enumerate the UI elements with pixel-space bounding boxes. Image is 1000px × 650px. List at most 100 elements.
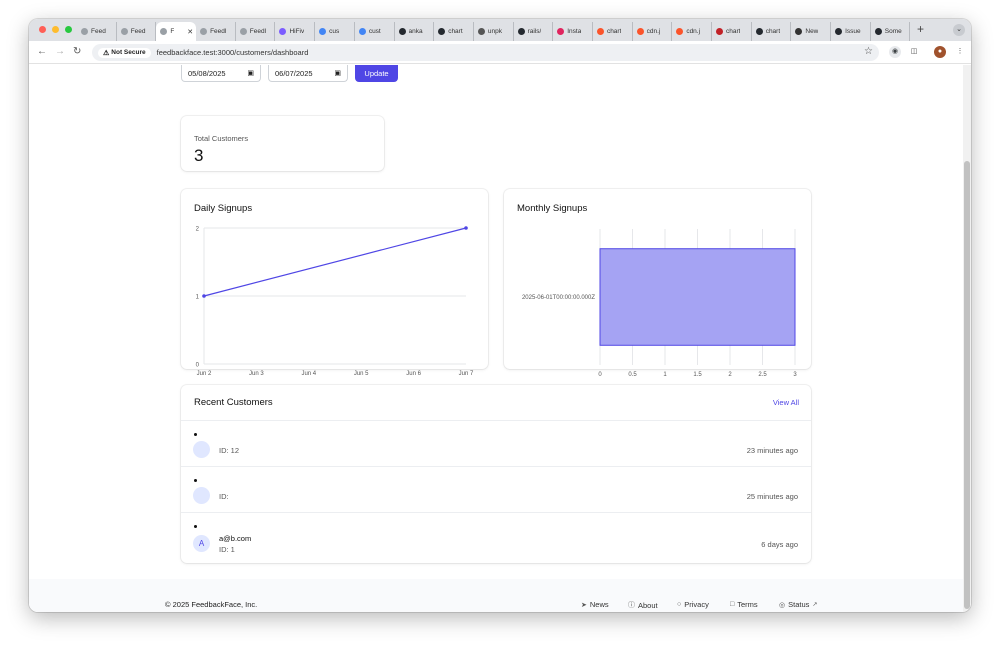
lock-icon: ○ [677, 601, 682, 608]
avatar: A [193, 535, 210, 552]
close-tab-icon[interactable]: ✕ [187, 28, 193, 36]
x-tick-label: Jun 6 [406, 371, 421, 377]
minimize-window-button[interactable] [52, 26, 59, 33]
browser-tab[interactable]: cdn.j [633, 22, 673, 41]
github-icon [755, 28, 763, 35]
page-scrollbar[interactable] [963, 65, 971, 612]
browser-tab[interactable]: chart [712, 22, 752, 41]
external-link-icon: ↗ [812, 602, 818, 608]
footer-link-privacy[interactable]: ○ Privacy [677, 600, 709, 609]
browser-window: Feed Feed F ✕ Feedl Feedl HiFiv cus cust anka char… [29, 19, 971, 612]
tab-title: Feedl [249, 28, 267, 35]
brave-icon [636, 28, 644, 35]
x-tick-label: 2.5 [758, 372, 767, 378]
browser-tab[interactable]: chart [752, 22, 792, 41]
browser-tab[interactable]: Feed [77, 22, 117, 41]
tab-title: F [170, 28, 175, 35]
browser-tab[interactable]: Feed [117, 22, 157, 41]
total-customers-value: 3 [194, 146, 204, 165]
footer-link-label: Status [788, 600, 810, 609]
close-window-button[interactable] [39, 26, 46, 33]
end-date-input[interactable]: 06/07/2025 ▣ [268, 65, 348, 82]
footer-link-about[interactable]: ⓘ About [628, 600, 658, 610]
puzzle-icon[interactable]: ◫ [908, 46, 920, 58]
tab-title: chart [765, 28, 781, 35]
footer-link-status[interactable]: ◎ Status ↗ [779, 600, 817, 609]
github-icon [438, 28, 446, 35]
avatar [193, 441, 210, 458]
browser-tab[interactable]: cdn.j [672, 22, 712, 41]
footer-link-terms[interactable]: □ Terms [730, 600, 758, 609]
browser-tab[interactable]: HiFiv [275, 22, 316, 41]
url-text[interactable]: feedbackface.test:3000/customers/dashboa… [157, 48, 309, 57]
calendar-icon[interactable]: ▣ [247, 69, 254, 77]
not-secure-label: Not Secure [111, 49, 146, 56]
tab-title: Issue [845, 28, 861, 35]
customer-id: ID: [219, 492, 229, 501]
github-icon [874, 28, 882, 35]
list-bullet [194, 433, 197, 436]
daily-signups-chart: 0 1 2 Jun 2 Jun 3 Jun 4 Jun 5 Jun 6 Jun 7 [196, 226, 474, 377]
footer-link-label: Privacy [684, 600, 709, 609]
browser-tab[interactable]: rails/ [514, 22, 554, 41]
reload-button[interactable]: ↻ [73, 46, 81, 58]
footer-link-news[interactable]: ➤ News [581, 600, 609, 609]
profile-avatar[interactable]: ● [934, 46, 946, 58]
hifive-icon [279, 28, 287, 35]
customer-id: ID: 12 [219, 446, 240, 455]
customer-row[interactable]: A a@b.com ID: 1 6 days ago [181, 512, 811, 563]
browser-tab[interactable]: New [791, 22, 832, 41]
recent-customers-title: Recent Customers [194, 397, 273, 408]
avatar [193, 487, 210, 504]
x-tick-label: 1 [663, 372, 667, 378]
openai-icon [795, 28, 803, 35]
end-date-value: 06/07/2025 [275, 68, 313, 78]
back-button[interactable]: ← [37, 46, 47, 58]
y-category-label: 2025-06-01T00:00:00.000Z [522, 295, 595, 301]
data-point [464, 226, 468, 230]
browser-tab[interactable]: chart [434, 22, 474, 41]
start-date-input[interactable]: 05/08/2025 ▣ [181, 65, 261, 82]
y-tick-label: 2 [196, 227, 200, 233]
browser-tab[interactable]: Insta [553, 22, 593, 41]
customer-email: a@b.com [219, 534, 252, 543]
browser-tab[interactable]: Some [871, 22, 911, 41]
document-icon: □ [730, 601, 735, 608]
tab-title: Feed [91, 28, 106, 35]
address-bar[interactable]: ⚠ Not Secure feedbackface.test:3000/cust… [92, 44, 879, 61]
tab-title: unpk [487, 28, 502, 35]
tab-title: cdn.j [646, 28, 661, 35]
view-all-link[interactable]: View All [773, 398, 799, 407]
scrollbar-thumb[interactable] [964, 161, 970, 609]
calendar-icon[interactable]: ▣ [334, 69, 341, 77]
update-button[interactable]: Update [355, 65, 398, 82]
browser-tab[interactable]: Feedl [236, 22, 276, 41]
security-indicator[interactable]: ⚠ Not Secure [98, 47, 151, 58]
x-tick-label: Jun 2 [197, 371, 212, 377]
list-bullet [194, 525, 197, 528]
x-tick-label: Jun 5 [354, 371, 369, 377]
new-tab-button[interactable]: + [917, 23, 924, 35]
forward-button[interactable]: → [55, 46, 65, 58]
footer-link-label: About [638, 600, 658, 610]
bookmark-star-icon[interactable]: ☆ [864, 46, 873, 57]
x-tick-label: 0 [598, 372, 602, 378]
tab-title: cus [329, 28, 340, 35]
more-menu-icon[interactable]: ⋮ [954, 46, 966, 58]
tab-search-button[interactable]: ⌄ [953, 24, 965, 36]
tab-list: Feed Feed F ✕ Feedl Feedl HiFiv cus cust anka char… [77, 22, 911, 41]
browser-tab[interactable]: Feedl [196, 22, 236, 41]
browser-tab[interactable]: chart [593, 22, 633, 41]
browser-tab[interactable]: anka [395, 22, 435, 41]
browser-tab[interactable]: cus [315, 22, 355, 41]
smile-icon [239, 28, 247, 35]
browser-tab[interactable]: F ✕ [156, 22, 197, 41]
extension-icon[interactable]: ◉ [889, 46, 901, 58]
browser-tab[interactable]: unpk [474, 22, 514, 41]
zoom-window-button[interactable] [65, 26, 72, 33]
browser-tab[interactable]: Issue [831, 22, 871, 41]
browser-tab[interactable]: cust [355, 22, 395, 41]
customer-time: 25 minutes ago [746, 492, 798, 501]
customer-row[interactable]: ID: 25 minutes ago [181, 466, 811, 512]
customer-row[interactable]: ID: 12 23 minutes ago [181, 420, 811, 466]
